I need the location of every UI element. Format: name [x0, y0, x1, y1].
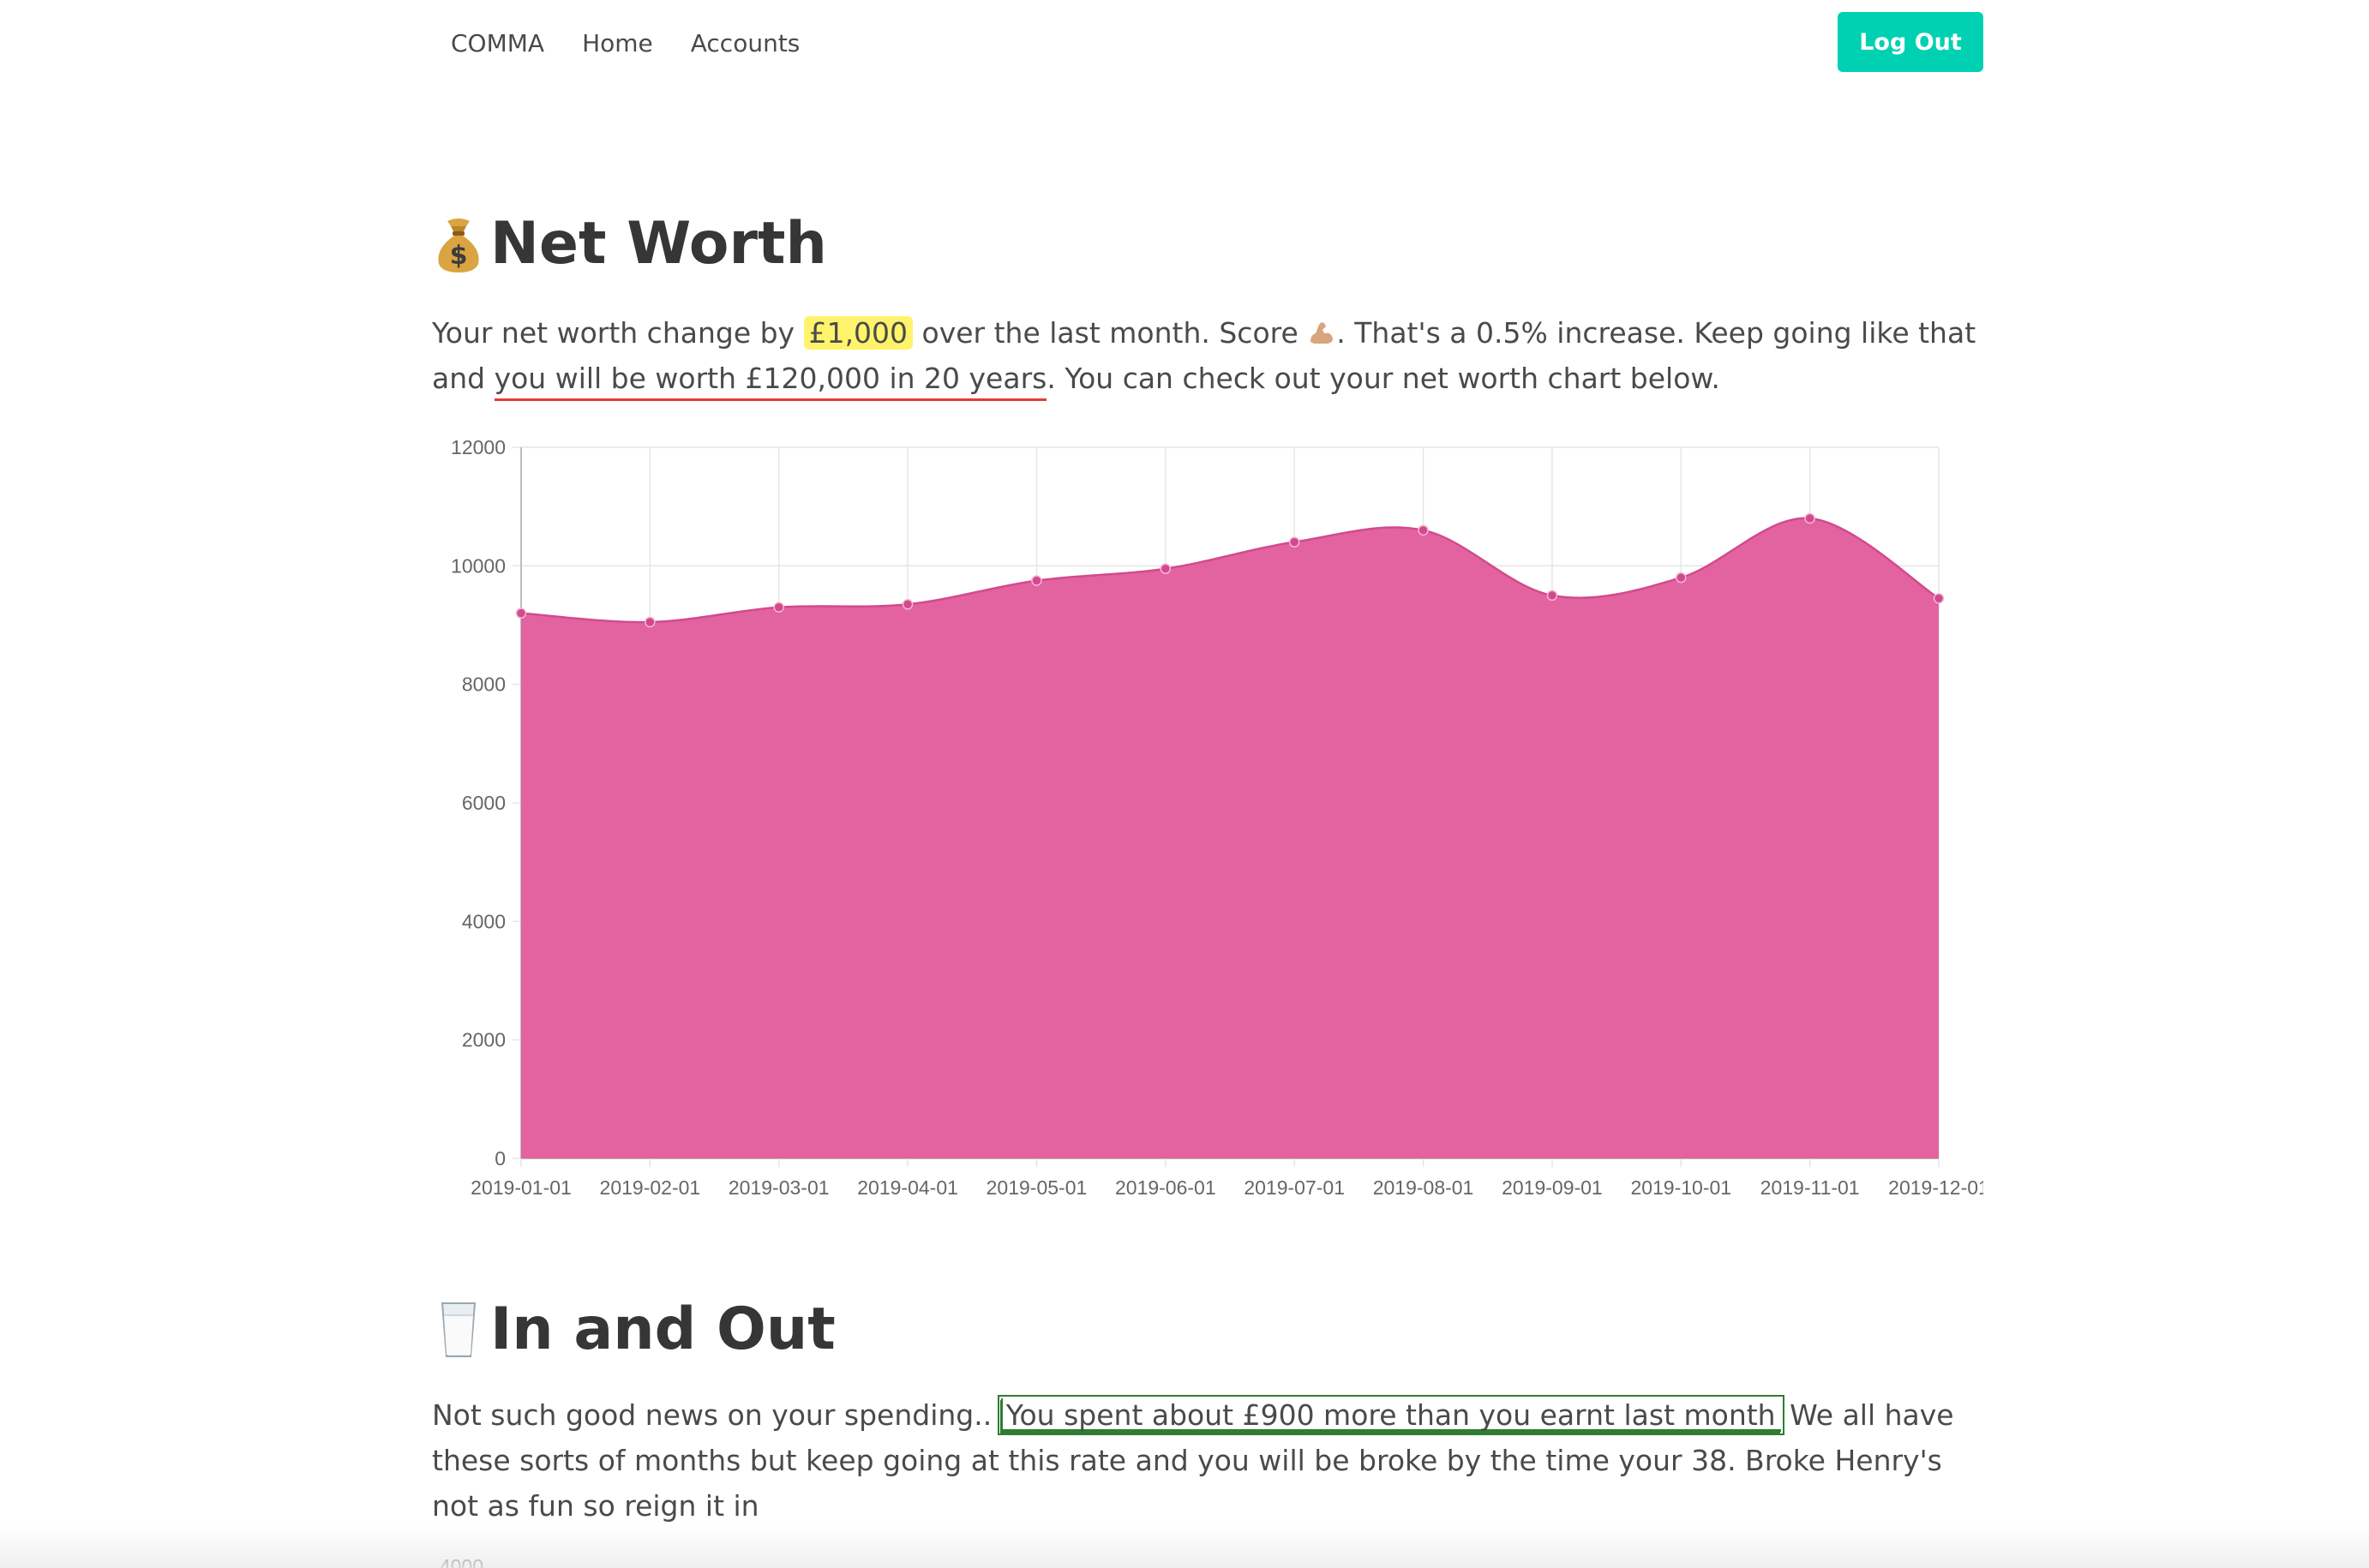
x-tick-label: 2019-01-01	[471, 1176, 572, 1199]
networth-point	[1933, 593, 1945, 604]
networth-point	[1031, 575, 1042, 586]
inout-spent-boxed: You spent about £900 more than you earnt…	[997, 1395, 1784, 1435]
y-tick-label: 2000	[462, 1029, 506, 1051]
networth-chart: 0 2000 4000 6000 8000 10000 12000 2019-01-01 201…	[451, 436, 1983, 1199]
navbar: COMMA Home Accounts Log Out	[432, 0, 1983, 86]
inout-title: In and Out	[432, 1296, 836, 1363]
networth-point	[645, 616, 656, 628]
networth-paragraph: Your net worth change by £1,000 over the…	[432, 310, 1983, 401]
x-tick-label: 2019-12-01	[1888, 1176, 1983, 1199]
y-tick-label: 6000	[462, 792, 506, 814]
x-tick-label: 2019-09-01	[1502, 1176, 1603, 1199]
x-tick-label: 2019-04-01	[857, 1176, 958, 1199]
networth-point	[1418, 524, 1429, 536]
y-tick-label: 0	[495, 1147, 506, 1170]
networth-text-1: Your net worth change by	[432, 316, 804, 350]
networth-point	[1676, 572, 1687, 584]
networth-area	[521, 518, 1939, 1158]
networth-point	[902, 599, 914, 610]
y-tick-label: 8000	[462, 673, 506, 696]
networth-text-4: . You can check out your net worth chart…	[1047, 362, 1720, 395]
y-tick-label: 10000	[451, 554, 506, 577]
y-tick-label: 4000	[462, 910, 506, 932]
money-bag-icon: $	[432, 214, 485, 274]
networth-amount-highlight: £1,000	[803, 316, 914, 350]
networth-title: $ Net Worth	[432, 210, 827, 278]
nav-items: COMMA Home Accounts	[432, 0, 819, 86]
glass-of-milk-icon	[432, 1300, 485, 1360]
nav-accounts-link[interactable]: Accounts	[672, 29, 819, 57]
flexed-bicep-icon	[1307, 314, 1336, 344]
bottom-fade	[0, 1525, 2369, 1568]
x-tick-label: 2019-03-01	[729, 1176, 830, 1199]
networth-title-text: Net Worth	[490, 210, 827, 278]
networth-point	[515, 607, 527, 619]
networth-point	[1288, 536, 1300, 548]
x-tick-label: 2019-07-01	[1244, 1176, 1345, 1199]
inout-paragraph: Not such good news on your spending.. Yo…	[432, 1392, 1983, 1529]
x-tick-label: 2019-06-01	[1115, 1176, 1216, 1199]
brand-link[interactable]: COMMA	[432, 29, 563, 57]
networth-text-2: over the last month. Score	[913, 316, 1308, 350]
x-tick-label: 2019-08-01	[1373, 1176, 1474, 1199]
x-tick-label: 2019-11-01	[1760, 1176, 1860, 1199]
svg-text:$: $	[450, 241, 468, 271]
networth-point	[1160, 563, 1172, 575]
x-tick-label: 2019-02-01	[600, 1176, 701, 1199]
inout-text-1: Not such good news on your spending..	[432, 1398, 1001, 1432]
y-tick-label: 12000	[451, 436, 506, 458]
networth-point	[1546, 589, 1558, 601]
networth-projection-underline: you will be worth £120,000 in 20 years	[494, 362, 1047, 401]
nav-home-link[interactable]: Home	[563, 29, 672, 57]
inout-title-text: In and Out	[490, 1296, 836, 1363]
x-tick-label: 2019-10-01	[1630, 1176, 1731, 1199]
networth-point	[773, 601, 784, 613]
logout-button[interactable]: Log Out	[1838, 12, 1983, 72]
networth-point	[1804, 512, 1815, 524]
x-tick-label: 2019-05-01	[987, 1176, 1088, 1199]
